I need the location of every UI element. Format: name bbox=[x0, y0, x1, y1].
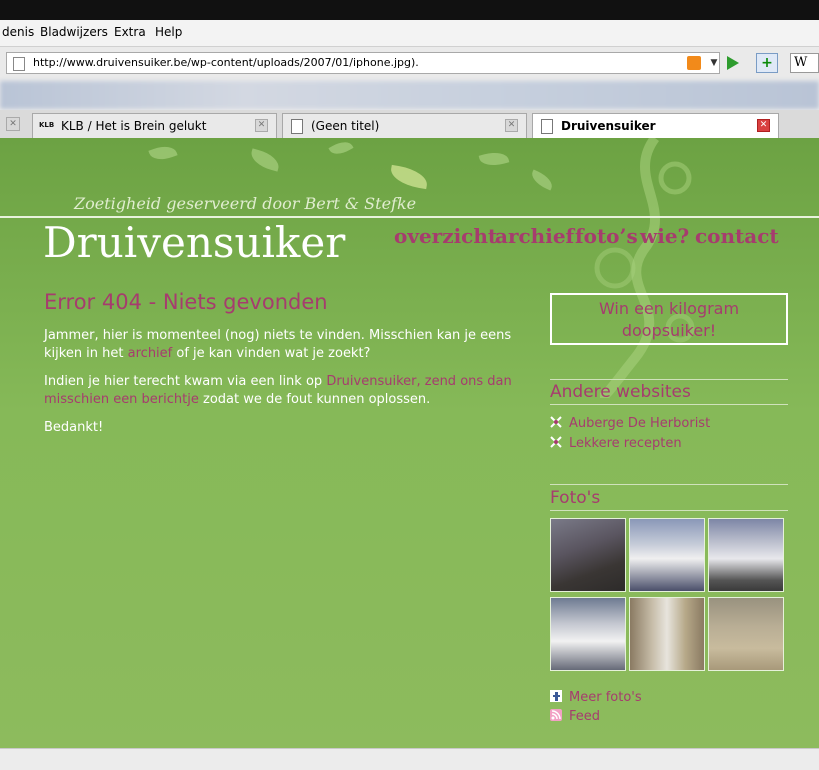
leaf-decoration bbox=[478, 148, 510, 170]
chevron-down-icon[interactable]: ▼ bbox=[707, 55, 721, 71]
bookmarks-toolbar bbox=[0, 81, 819, 109]
address-text[interactable]: http://www.druivensuiker.be/wp-content/u… bbox=[33, 56, 419, 69]
status-bar bbox=[0, 748, 819, 770]
tab-label: KLB / Het is Brein gelukt bbox=[61, 119, 207, 133]
site-link[interactable]: Druivensuiker bbox=[326, 374, 416, 389]
leaf-decoration bbox=[148, 141, 178, 165]
archive-link[interactable]: archief bbox=[128, 346, 173, 361]
wikipedia-search-button[interactable]: W bbox=[790, 53, 819, 73]
link-icon bbox=[550, 436, 562, 448]
other-sites-title: Andere websites bbox=[550, 382, 691, 402]
menu-bar: denis Bladwijzers Extra Help bbox=[0, 20, 819, 47]
photo-thumbnail[interactable] bbox=[550, 518, 626, 592]
photo-thumbnail[interactable] bbox=[708, 597, 784, 671]
nav-archief[interactable]: archief bbox=[495, 224, 574, 248]
nav-wie[interactable]: wie? bbox=[640, 224, 689, 248]
photo-thumbnail[interactable] bbox=[708, 518, 784, 592]
link-label: Meer foto's bbox=[569, 690, 642, 705]
photo-thumbnail[interactable] bbox=[629, 597, 705, 671]
link-auberge[interactable]: Auberge De Herborist bbox=[550, 416, 710, 431]
menu-item-bookmarks[interactable]: Bladwijzers bbox=[40, 25, 108, 39]
photo-thumbnail[interactable] bbox=[629, 518, 705, 592]
report-text: Indien je hier terecht kwam via een link… bbox=[44, 374, 327, 389]
photos-title: Foto's bbox=[550, 488, 601, 508]
swirl-decoration bbox=[594, 138, 695, 398]
report-message: Indien je hier terecht kwam via een link… bbox=[44, 373, 514, 409]
address-bar[interactable]: http://www.druivensuiker.be/wp-content/u… bbox=[6, 52, 720, 74]
page-icon bbox=[13, 57, 25, 71]
feed-link[interactable]: Feed bbox=[550, 709, 600, 724]
divider bbox=[550, 379, 788, 380]
close-icon[interactable]: ✕ bbox=[255, 119, 268, 132]
tab-label: (Geen titel) bbox=[311, 119, 380, 133]
add-tab-button[interactable]: + bbox=[756, 53, 778, 73]
error-text: of je kan vinden wat je zoekt? bbox=[172, 346, 371, 361]
nav-overzicht[interactable]: overzicht bbox=[394, 224, 497, 248]
page-icon bbox=[291, 119, 303, 134]
wikipedia-icon: W bbox=[794, 55, 808, 70]
menu-item-help[interactable]: Help bbox=[155, 25, 182, 39]
page-icon bbox=[541, 119, 553, 134]
flickr-icon bbox=[550, 690, 562, 702]
error-title: Error 404 - Niets gevonden bbox=[44, 290, 328, 314]
rss-icon[interactable] bbox=[687, 56, 701, 70]
link-recepten[interactable]: Lekkere recepten bbox=[550, 436, 682, 451]
site-tagline: Zoetigheid geserveerd door Bert & Stefke bbox=[74, 194, 417, 213]
promo-box[interactable]: Win een kilogram doopsuiker! bbox=[550, 293, 788, 345]
link-label: Auberge De Herborist bbox=[569, 416, 711, 431]
divider bbox=[550, 510, 788, 511]
navigation-toolbar: http://www.druivensuiker.be/wp-content/u… bbox=[0, 47, 819, 81]
divider bbox=[550, 484, 788, 485]
klb-favicon-icon: KLB bbox=[39, 121, 55, 129]
tab-bar: ✕ KLB KLB / Het is Brein gelukt ✕ (Geen … bbox=[0, 110, 819, 139]
close-icon[interactable]: ✕ bbox=[505, 119, 518, 132]
tab-druivensuiker[interactable]: Druivensuiker ✕ bbox=[532, 113, 779, 138]
photo-thumbnail[interactable] bbox=[550, 597, 626, 671]
tab-klb[interactable]: KLB KLB / Het is Brein gelukt ✕ bbox=[32, 113, 277, 138]
site-content: Zoetigheid geserveerd door Bert & Stefke… bbox=[0, 138, 819, 748]
link-label: Lekkere recepten bbox=[569, 436, 682, 451]
thanks-text: Bedankt! bbox=[44, 420, 104, 435]
leaf-decoration bbox=[528, 169, 556, 191]
link-icon bbox=[550, 416, 562, 428]
error-message: Jammer, hier is momenteel (nog) niets te… bbox=[44, 327, 514, 363]
tab-geen-titel[interactable]: (Geen titel) ✕ bbox=[282, 113, 527, 138]
more-photos-link[interactable]: Meer foto's bbox=[550, 690, 642, 705]
nav-contact[interactable]: contact bbox=[695, 224, 779, 248]
leaf-decoration bbox=[328, 138, 354, 159]
divider bbox=[550, 404, 788, 405]
menu-item-history[interactable]: denis bbox=[2, 25, 34, 39]
report-text: zodat we de fout kunnen oplossen. bbox=[198, 392, 431, 407]
leaf-decoration bbox=[388, 164, 430, 190]
leaf-decoration bbox=[248, 148, 282, 172]
link-label: Feed bbox=[569, 709, 601, 724]
close-icon[interactable]: ✕ bbox=[6, 117, 20, 131]
menu-item-extra[interactable]: Extra bbox=[114, 25, 146, 39]
site-link-separator: , bbox=[416, 374, 425, 389]
nav-fotos[interactable]: foto’s bbox=[575, 224, 638, 248]
go-button[interactable] bbox=[727, 56, 739, 70]
site-title[interactable]: Druivensuiker bbox=[43, 218, 345, 267]
tab-label: Druivensuiker bbox=[561, 119, 656, 133]
close-icon[interactable]: ✕ bbox=[757, 119, 770, 132]
window-top-strip bbox=[0, 0, 819, 20]
rss-icon bbox=[550, 709, 562, 721]
